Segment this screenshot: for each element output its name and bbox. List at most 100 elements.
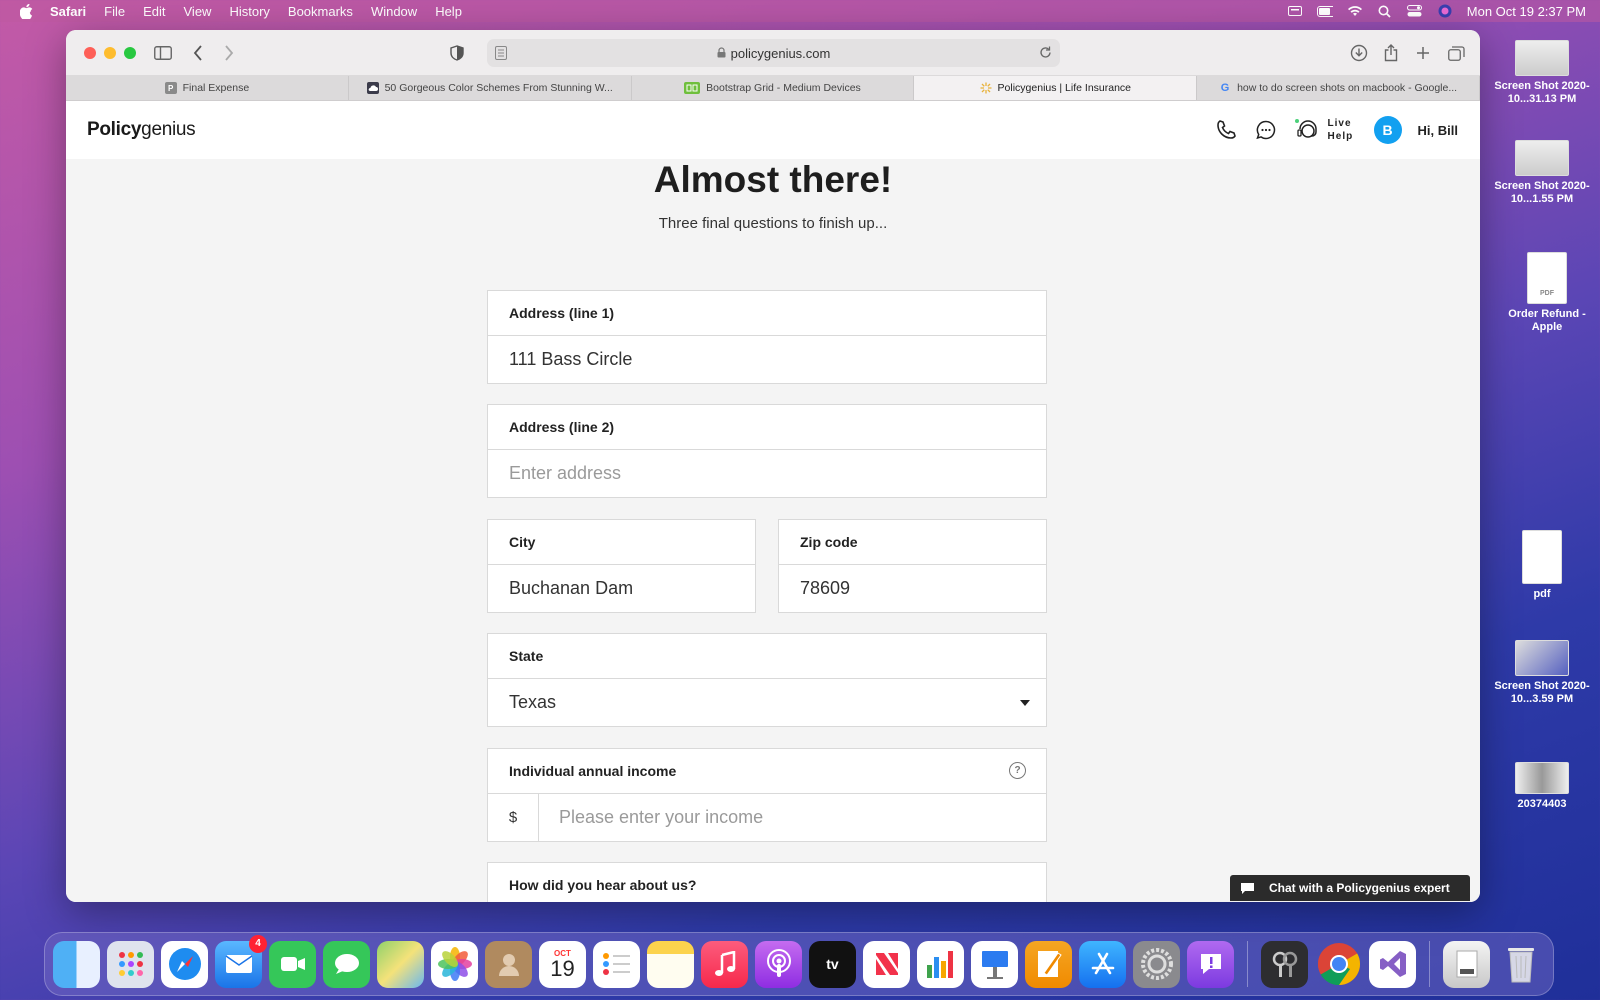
finder-icon[interactable] [53, 940, 100, 988]
reload-icon[interactable] [1039, 46, 1052, 62]
podcasts-icon[interactable] [755, 940, 802, 988]
favicon-p-icon: P [164, 82, 177, 94]
desktop-file-screenshot-1[interactable]: Screen Shot 2020-10...31.13 PM [1487, 40, 1597, 106]
back-icon[interactable] [187, 42, 209, 64]
address-line2-input[interactable]: Enter address [488, 450, 1046, 497]
launchpad-icon[interactable] [107, 940, 154, 988]
share-icon[interactable] [1380, 42, 1402, 64]
facetime-icon[interactable] [269, 940, 316, 988]
apple-tv-icon[interactable]: tv [809, 940, 856, 988]
zip-code-input[interactable]: 78609 [779, 565, 1046, 612]
address-line2-label: Address (line 2) [488, 405, 1046, 450]
tab-policygenius[interactable]: Policygenius | Life Insurance [914, 76, 1198, 100]
desktop-file-screenshot-2[interactable]: Screen Shot 2020-10...1.55 PM [1487, 140, 1597, 206]
address-bar[interactable]: policygenius.com [487, 39, 1060, 67]
tab-label: how to do screen shots on macbook - Goog… [1237, 82, 1458, 94]
calendar-icon[interactable]: OCT 19 [539, 940, 586, 988]
keyboard-icon[interactable] [1287, 5, 1303, 17]
keychain-access-icon[interactable] [1261, 940, 1308, 988]
siri-icon[interactable] [1437, 4, 1453, 18]
menu-file[interactable]: File [104, 4, 125, 19]
address-line1-input[interactable]: 111 Bass Circle [488, 336, 1046, 383]
tab-label: Policygenius | Life Insurance [997, 82, 1132, 94]
desktop-file-screenshot-3[interactable]: Screen Shot 2020-10...3.59 PM [1487, 640, 1597, 706]
menu-app-safari[interactable]: Safari [50, 4, 86, 19]
fullscreen-window-button[interactable] [124, 46, 136, 59]
mail-icon[interactable]: 4 [215, 934, 267, 988]
keynote-icon[interactable] [971, 940, 1018, 988]
user-greeting[interactable]: Hi, Bill [1418, 123, 1458, 138]
live-help-button[interactable]: Live Help [1294, 117, 1358, 143]
chat-bubble-icon[interactable] [1254, 118, 1278, 142]
downloads-icon[interactable] [1348, 42, 1370, 64]
live-help-line2: Help [1327, 131, 1354, 142]
pdf-thumbnail: PDF [1527, 252, 1567, 304]
maps-icon[interactable] [377, 940, 424, 988]
visual-studio-icon[interactable] [1369, 940, 1416, 988]
avatar[interactable]: B [1373, 116, 1402, 144]
policygenius-logo[interactable]: Policygenius [87, 119, 196, 141]
desktop-file-order-refund[interactable]: PDF Order Refund - Apple [1492, 252, 1600, 334]
sidebar-toggle-icon[interactable] [152, 42, 174, 64]
minimize-window-button[interactable] [104, 46, 116, 59]
annual-income-input[interactable]: Please enter your income [539, 807, 763, 828]
photos-icon[interactable] [431, 940, 478, 988]
close-window-button[interactable] [84, 46, 96, 59]
messages-icon[interactable] [323, 940, 370, 988]
desktop-file-20374403[interactable]: 20374403 [1487, 762, 1597, 811]
menu-view[interactable]: View [184, 4, 212, 19]
tab-color-schemes[interactable]: 50 Gorgeous Color Schemes From Stunning … [349, 76, 632, 100]
reader-icon[interactable] [495, 46, 507, 63]
calendar-day: 19 [550, 955, 575, 981]
menubar-clock[interactable]: Mon Oct 19 2:37 PM [1467, 4, 1586, 19]
live-help-line1: Live [1327, 118, 1352, 129]
phone-icon[interactable] [1214, 118, 1238, 142]
pages-icon[interactable] [1025, 940, 1072, 988]
downloads-stack-icon[interactable] [1443, 940, 1490, 988]
screenshot-thumbnail [1515, 40, 1569, 76]
control-center-icon[interactable] [1407, 5, 1423, 17]
menu-history[interactable]: History [229, 4, 269, 19]
chat-with-expert-button[interactable]: Chat with a Policygenius expert [1230, 875, 1470, 901]
help-icon[interactable]: ? [1009, 762, 1026, 779]
state-select[interactable]: Texas [488, 679, 1046, 726]
referral-field: How did you hear about us? [487, 862, 1047, 902]
desktop-file-label: 20374403 [1517, 798, 1567, 810]
notes-icon[interactable] [647, 940, 694, 988]
music-icon[interactable] [701, 940, 748, 988]
forward-icon[interactable] [218, 42, 240, 64]
screenshot-thumbnail [1515, 140, 1569, 176]
menu-window[interactable]: Window [371, 4, 417, 19]
reminders-icon[interactable] [593, 940, 640, 988]
search-icon[interactable] [1377, 5, 1393, 18]
system-preferences-icon[interactable] [1133, 940, 1180, 988]
news-icon[interactable] [863, 940, 910, 988]
wifi-icon[interactable] [1347, 5, 1363, 17]
contacts-icon[interactable] [485, 940, 532, 988]
new-tab-icon[interactable] [1412, 42, 1434, 64]
tab-bootstrap-grid[interactable]: Bootstrap Grid - Medium Devices [632, 76, 915, 100]
live-help-label: Live Help [1328, 117, 1358, 143]
menu-help[interactable]: Help [435, 4, 462, 19]
tab-google-search[interactable]: G how to do screen shots on macbook - Go… [1197, 76, 1480, 100]
privacy-shield-icon[interactable] [446, 42, 468, 64]
app-store-icon[interactable] [1079, 940, 1126, 988]
chrome-icon[interactable] [1315, 941, 1362, 988]
desktop-file-pdf[interactable]: pdf [1487, 530, 1597, 601]
menu-edit[interactable]: Edit [143, 4, 165, 19]
trash-icon[interactable] [1497, 941, 1544, 988]
numbers-icon[interactable] [917, 940, 964, 988]
feedback-assistant-icon[interactable] [1187, 940, 1234, 988]
state-selected-value: Texas [509, 692, 557, 712]
desktop-file-label: Screen Shot 2020-10...1.55 PM [1494, 180, 1590, 205]
state-field: State Texas [487, 633, 1047, 727]
battery-icon[interactable] [1316, 5, 1333, 17]
tab-overview-icon[interactable] [1445, 42, 1467, 64]
desktop-file-label: Screen Shot 2020-10...31.13 PM [1494, 80, 1590, 105]
city-input[interactable]: Buchanan Dam [488, 565, 755, 612]
tab-final-expense[interactable]: P Final Expense [66, 76, 349, 100]
apple-menu-icon[interactable] [18, 3, 34, 19]
zip-code-label: Zip code [779, 520, 1046, 565]
safari-icon[interactable] [161, 940, 208, 988]
menu-bookmarks[interactable]: Bookmarks [288, 4, 353, 19]
